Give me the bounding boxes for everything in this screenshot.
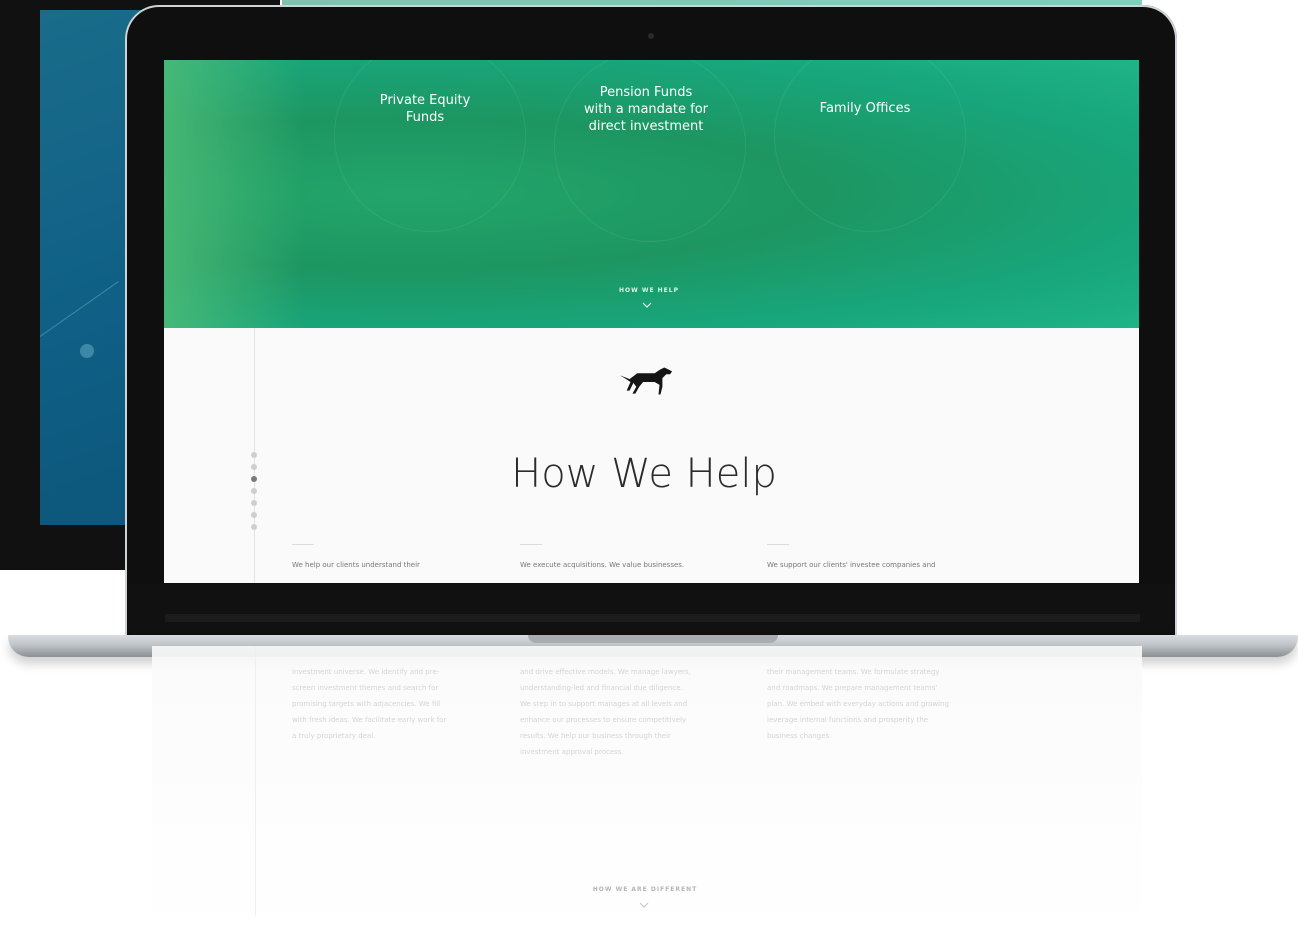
column-one: We help our clients understand their [292,544,492,570]
hero-section: Private Equity Funds Pension Funds with … [164,60,1139,328]
column-divider [767,544,789,545]
stage: Private Equity Funds Pension Funds with … [0,0,1298,931]
faded-text-line: investment approval process. [520,748,624,756]
hero-item-family-offices[interactable]: Family Offices [775,100,955,117]
column-intro: We support our clients' investee compani… [767,561,936,569]
page-dot[interactable] [251,452,257,458]
column-two: We execute acquisitions. We value busine… [520,544,720,570]
page-dot[interactable] [251,488,257,494]
chevron-down-icon[interactable] [639,900,649,910]
faded-text-line: promising targets with adjacencies. We f… [292,700,441,708]
hero-item-private-equity[interactable]: Private Equity Funds [335,92,515,126]
hero-item-pension-funds[interactable]: Pension Funds with a mandate for direct … [556,84,736,135]
page-dot-active[interactable] [251,476,257,482]
faded-text-line: with fresh ideas. We facilitate early wo… [292,716,447,724]
faded-column-two: and drive effective models. We manage la… [520,664,710,760]
faded-text-line: investment universe. We identify and pre… [292,668,440,676]
faded-text-line: plan. We embed with everyday actions and… [767,700,949,708]
how-we-help-section: How We Help We help our clients understa… [164,328,1139,583]
faded-side-divider [255,646,256,916]
how-we-are-different-link[interactable]: HOW WE ARE DIFFERENT [585,886,705,893]
column-three: We support our clients' investee compani… [767,544,967,570]
faded-text-line: and drive effective models. We manage la… [520,668,691,676]
column-intro: We help our clients understand their [292,561,420,569]
faded-text-line: business changes. [767,732,832,740]
network-node [80,344,94,358]
page-dot[interactable] [251,524,257,530]
camera-dot [648,33,654,39]
hero-circle [774,60,966,232]
page-dot[interactable] [251,500,257,506]
faded-text-line: understanding-led and financial due dili… [520,684,683,692]
laptop-screen: Private Equity Funds Pension Funds with … [164,60,1139,583]
column-intro: We execute acquisitions. We value busine… [520,561,685,569]
faded-text-line: and roadmaps. We prepare management team… [767,684,938,692]
pointer-dog-icon [619,367,673,395]
page-dots [251,452,257,536]
faded-text-line: results. We help our business through th… [520,732,671,740]
faded-text-line: screen investment themes and search for [292,684,439,692]
column-divider [520,544,542,545]
laptop-bottom-bezel [128,584,1174,634]
column-divider [292,544,314,545]
faded-column-three: their management teams. We formulate str… [767,664,957,744]
page-dot[interactable] [251,512,257,518]
how-we-help-link[interactable]: HOW WE HELP [604,287,694,294]
faded-text-line: We step in to support manages at all lev… [520,700,688,708]
page-title: How We Help [511,451,777,497]
faded-text-line: leverage internal functions and prosperi… [767,716,929,724]
bezel-highlight [165,614,1140,622]
faded-text-line: a truly proprietary deal. [292,732,376,740]
chevron-down-icon[interactable] [642,300,652,310]
hero-circle [334,60,526,232]
faded-text-line: their management teams. We formulate str… [767,668,940,676]
faded-text-line: enhance our processes to ensure competit… [520,716,687,724]
network-line [40,281,119,351]
page-dot[interactable] [251,464,257,470]
faded-column-one: investment universe. We identify and pre… [292,664,482,744]
